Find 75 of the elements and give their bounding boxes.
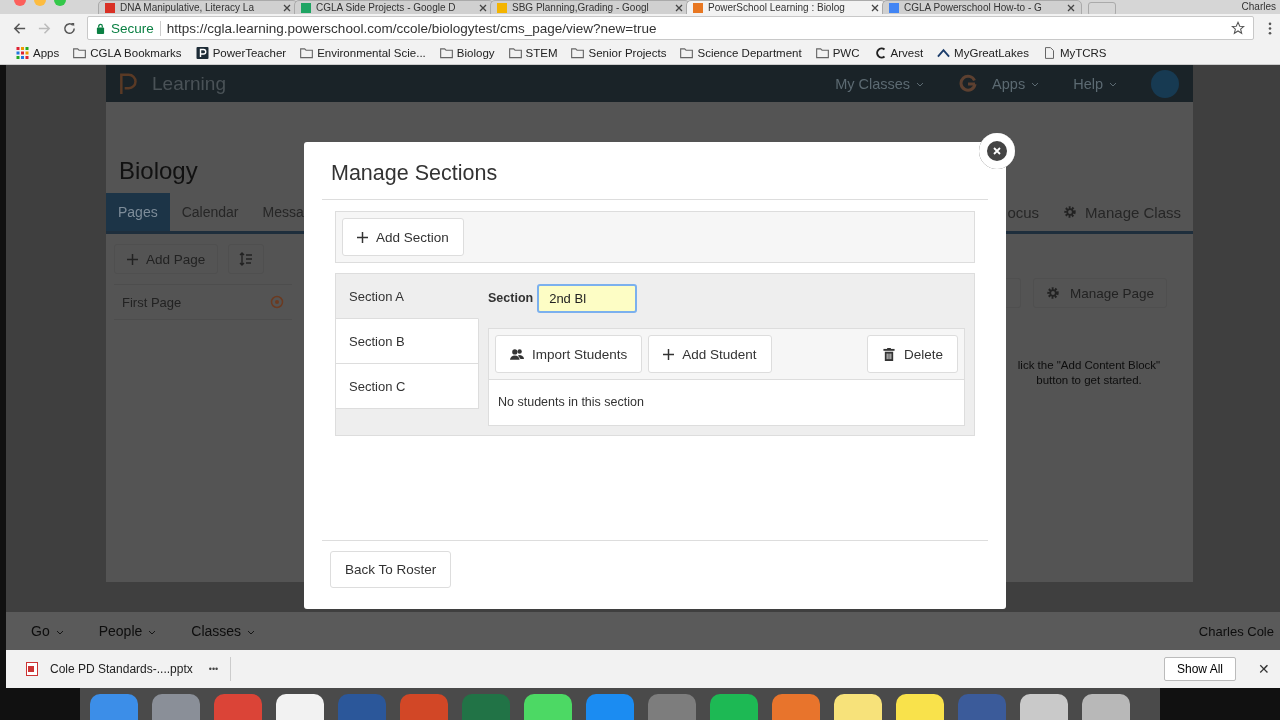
class-tab[interactable]: Pages (106, 193, 170, 231)
close-icon[interactable] (871, 4, 879, 12)
import-students-button[interactable]: Import Students (495, 335, 643, 373)
back-to-roster-button[interactable]: Back To Roster (330, 551, 452, 588)
google-icon[interactable] (958, 73, 979, 94)
profile-name[interactable]: Charles (1241, 1, 1276, 12)
logo-icon (195, 47, 209, 59)
caret-icon (55, 629, 64, 635)
add-student-button[interactable]: Add Student (648, 335, 772, 373)
people-icon (510, 347, 524, 361)
bookmark[interactable]: MyGreatLakes (937, 47, 1029, 59)
dialog-title: Manage Sections (330, 160, 499, 187)
bookmark[interactable]: MyTCRS (1042, 47, 1107, 59)
sort-button[interactable] (228, 244, 265, 274)
field-label: Section (488, 291, 534, 305)
close-icon[interactable] (675, 4, 683, 12)
folder-icon (680, 47, 694, 59)
folder-icon (815, 47, 829, 59)
bookmark[interactable]: STEM (508, 47, 558, 59)
close-icon[interactable] (1067, 4, 1075, 12)
folder-icon (73, 47, 87, 59)
bookmark[interactable]: Environmental Scie... (300, 47, 426, 59)
sort-icon (239, 252, 254, 266)
plus-icon (357, 231, 368, 243)
lock-icon (96, 22, 105, 34)
folder-icon (508, 47, 522, 59)
page-icon (1042, 47, 1056, 59)
plus-icon (127, 253, 138, 265)
folder-icon (300, 47, 314, 59)
browser-tab[interactable]: CGLA Powerschool How-to - G (882, 0, 1082, 14)
crescent-icon (873, 47, 887, 59)
section-list-item[interactable]: Section B (336, 319, 479, 364)
delete-button[interactable]: Delete (866, 335, 958, 373)
bookmark[interactable]: CGLA Bookmarks (73, 47, 182, 59)
bookmark[interactable]: Science Department (680, 47, 802, 59)
bookmark[interactable]: Senior Projects (571, 47, 667, 59)
empty-students-message: No students in this section (497, 394, 645, 411)
bookmark[interactable]: PWC (815, 47, 860, 59)
bookmark[interactable]: Biology (439, 47, 495, 59)
section-name-input[interactable]: 2nd Bl (537, 283, 638, 313)
download-file-name[interactable]: Cole PD Standards-....pptx (50, 662, 193, 676)
class-title: Biology (119, 157, 198, 186)
star-icon[interactable] (1231, 21, 1245, 35)
caret-icon (1109, 82, 1117, 88)
menu-icon[interactable] (1268, 20, 1272, 36)
caret-icon (1031, 82, 1040, 88)
reload-icon[interactable] (62, 20, 77, 36)
plus-icon (663, 348, 675, 360)
caret-icon (916, 82, 925, 88)
add-section-button[interactable]: Add Section (342, 218, 464, 256)
target-icon (270, 295, 284, 309)
grid-icon (16, 47, 29, 59)
bookmark[interactable]: Arvest (873, 47, 924, 59)
gear-icon (1045, 286, 1060, 300)
folder-icon (439, 47, 453, 59)
caret-icon (247, 629, 256, 635)
folder-icon (571, 47, 585, 59)
bookmark[interactable]: Apps (16, 47, 60, 59)
close-icon[interactable] (283, 4, 291, 12)
gear-icon (1063, 205, 1078, 219)
url-text: https://cgla.learning.powerschool.com/ccole/biologytest/cms_page/view?new=true (166, 20, 658, 36)
file-icon (26, 662, 38, 676)
secure-label: Secure (111, 20, 161, 36)
show-all-button[interactable]: Show All (1163, 657, 1236, 681)
section-list-item[interactable]: Section C (336, 364, 479, 409)
close-button[interactable]: ✕ (1258, 661, 1270, 677)
more-button[interactable]: ••• (208, 664, 219, 674)
close-icon (992, 146, 1002, 156)
empty-content-hint: lick the "Add Content Block" button to get started. (1017, 358, 1161, 388)
trash-icon (881, 347, 896, 361)
close-icon[interactable] (479, 4, 487, 12)
caret-icon (148, 629, 157, 635)
address-bar[interactable]: Secure https://cgla.learning.powerschool.com/ccole/biologytest/cms_page/view?new=true (87, 16, 1254, 40)
bookmark[interactable]: PowerTeacher (195, 47, 287, 59)
chevron-icon (937, 47, 951, 59)
